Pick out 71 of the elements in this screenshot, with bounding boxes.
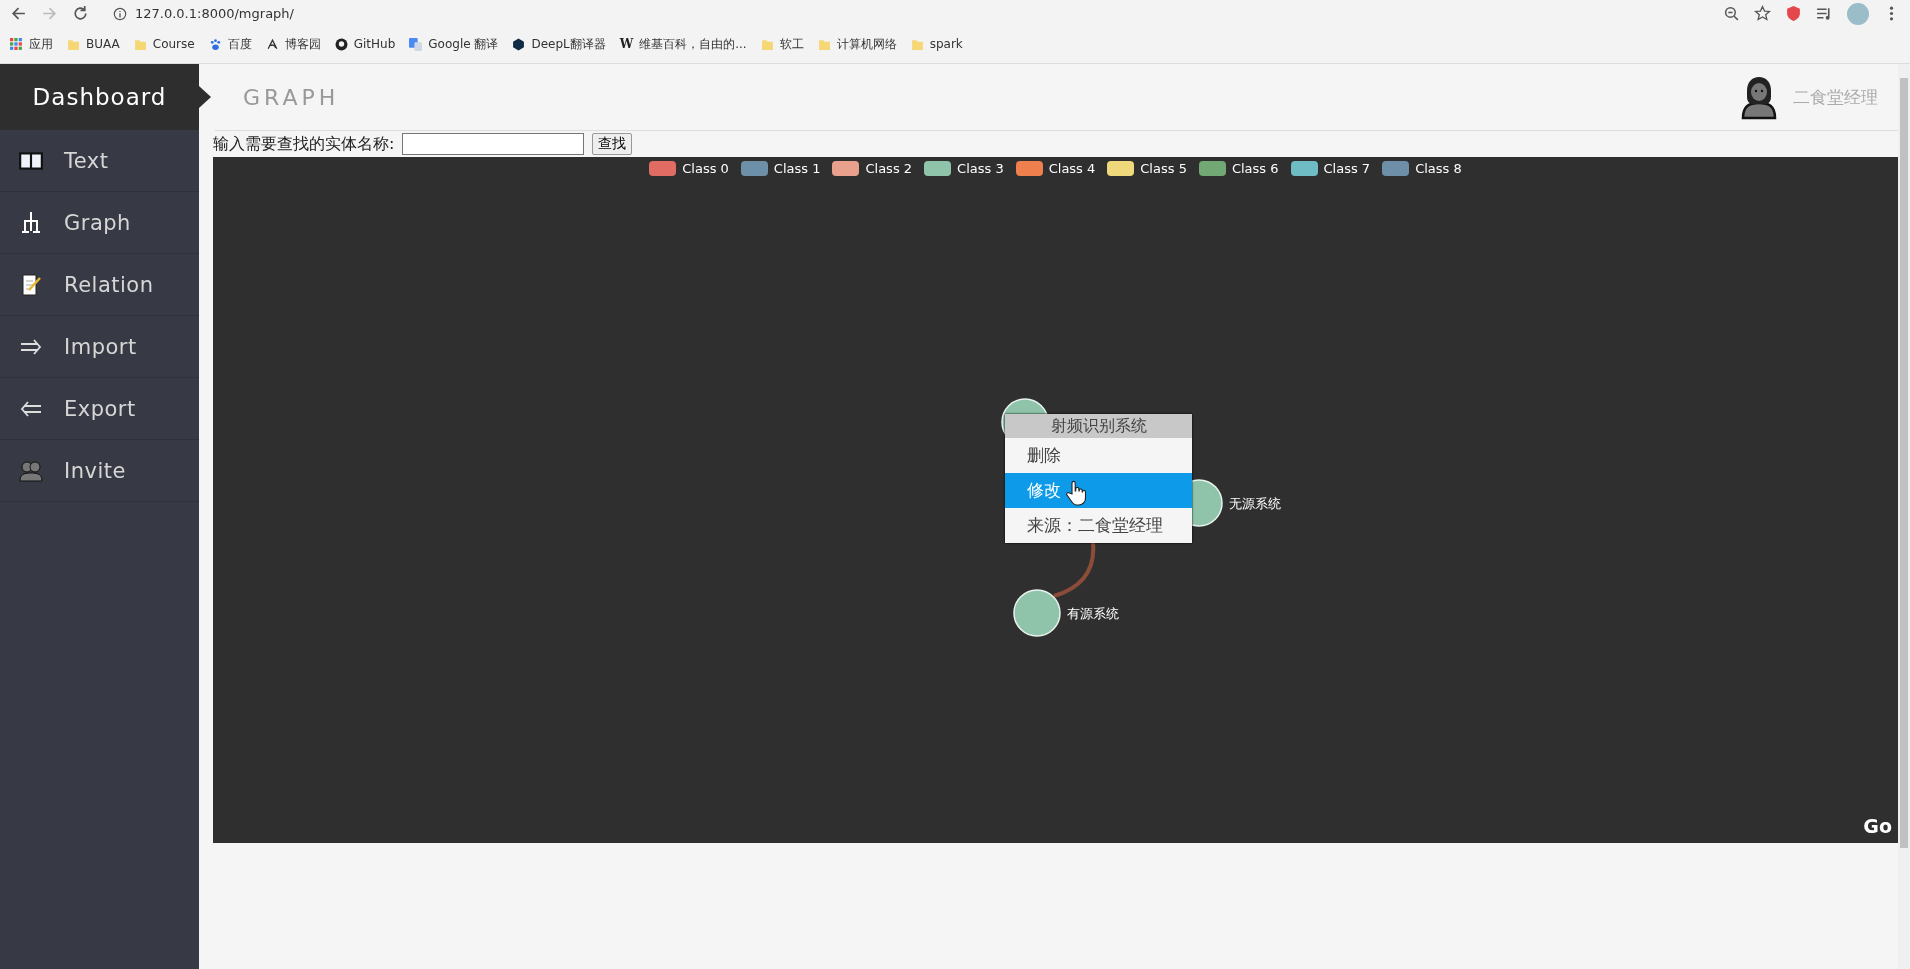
hexagon-icon — [512, 37, 526, 51]
bookmark-link[interactable]: DeepL翻译器 — [531, 35, 606, 53]
node-label: 有源系统 — [1067, 606, 1119, 621]
pointer-arrow — [199, 86, 211, 108]
bookmark-link[interactable]: 计算机网络 — [836, 35, 897, 53]
legend-label[interactable]: Class 3 — [957, 161, 1004, 176]
legend-label[interactable]: Class 1 — [773, 161, 821, 176]
folder-icon — [760, 37, 774, 51]
sidebar-item[interactable]: Export — [0, 378, 199, 440]
context-menu-item[interactable]: 来源：二食堂经理 — [1005, 508, 1192, 543]
back-icon[interactable] — [10, 5, 27, 22]
search-button[interactable]: 查找 — [592, 133, 633, 155]
page-title: GRAPH — [243, 84, 340, 110]
bookmark-link[interactable]: BUAA — [86, 37, 120, 51]
folder-icon — [817, 37, 831, 51]
hand-cursor-icon — [1066, 480, 1086, 506]
info-icon[interactable] — [113, 6, 127, 21]
shield-icon[interactable] — [1785, 5, 1802, 22]
paw-icon — [208, 37, 222, 51]
legend-label[interactable]: Class 8 — [1415, 161, 1462, 176]
bookmark-link[interactable]: 维基百科，自由的... — [639, 35, 747, 53]
zoom-icon[interactable] — [1723, 5, 1740, 22]
node-label: 无源系统 — [1229, 496, 1281, 511]
legend-swatch[interactable] — [1107, 161, 1135, 176]
dashboard-title: Dashboard — [0, 64, 199, 130]
legend-swatch[interactable] — [1198, 161, 1226, 176]
legend-label[interactable]: Class 7 — [1323, 161, 1371, 176]
legend-swatch[interactable] — [924, 161, 952, 176]
bookmark-link[interactable]: GitHub — [353, 37, 396, 51]
search-label: 输入需要查找的实体名称: — [213, 133, 395, 155]
user-avatar-icon — [1739, 74, 1779, 120]
sidebar-item[interactable]: Text — [0, 130, 199, 192]
legend-swatch[interactable] — [1290, 161, 1318, 176]
people-icon — [18, 458, 44, 483]
translate-icon — [409, 37, 423, 51]
scrollbar-thumb[interactable] — [1900, 78, 1908, 848]
legend-swatch[interactable] — [740, 161, 768, 176]
url-text[interactable]: 127.0.0.1:8000/mgraph/ — [135, 6, 294, 21]
go-label[interactable]: Go — [1863, 815, 1892, 837]
legend-swatch[interactable] — [1382, 161, 1410, 176]
legend-label[interactable]: Class 6 — [1231, 161, 1279, 176]
playlist-icon[interactable] — [1816, 5, 1833, 22]
wiki-w-icon: W — [619, 37, 634, 51]
bookmark-link[interactable]: spark — [929, 37, 963, 51]
legend-swatch[interactable] — [649, 161, 677, 176]
folder-icon — [67, 37, 80, 51]
bookmark-link[interactable]: 博客园 — [284, 35, 321, 53]
bookmark-link[interactable]: Google 翻译 — [428, 35, 499, 53]
bookmark-link[interactable]: 软工 — [779, 35, 804, 53]
search-field[interactable] — [402, 133, 585, 155]
graph-node[interactable] — [1013, 589, 1061, 637]
apps-grid-icon — [10, 37, 23, 51]
reload-icon[interactable] — [72, 5, 89, 22]
folder-icon — [910, 37, 924, 51]
sidebar-item[interactable]: Relation — [0, 254, 199, 316]
folder-icon — [133, 37, 147, 51]
bookmark-link[interactable]: 应用 — [29, 35, 53, 53]
legend-label[interactable]: Class 4 — [1048, 161, 1096, 176]
bookmark-link[interactable]: Course — [152, 37, 195, 51]
legend-swatch[interactable] — [832, 161, 860, 176]
context-menu-title: 射频识别系统 — [1005, 414, 1192, 438]
legend-label[interactable]: Class 5 — [1140, 161, 1187, 176]
sidebar-item[interactable]: Import — [0, 316, 199, 378]
sidebar-item[interactable]: Invite — [0, 440, 199, 502]
legend-swatch[interactable] — [1015, 161, 1043, 176]
legend-label[interactable]: Class 0 — [682, 161, 729, 176]
sidebar-item[interactable]: Graph — [0, 192, 199, 254]
star-icon[interactable] — [1754, 5, 1771, 22]
bookmark-link[interactable]: 百度 — [227, 35, 252, 53]
legend-label[interactable]: Class 2 — [865, 161, 913, 176]
context-menu-item[interactable]: 删除 — [1005, 438, 1192, 473]
